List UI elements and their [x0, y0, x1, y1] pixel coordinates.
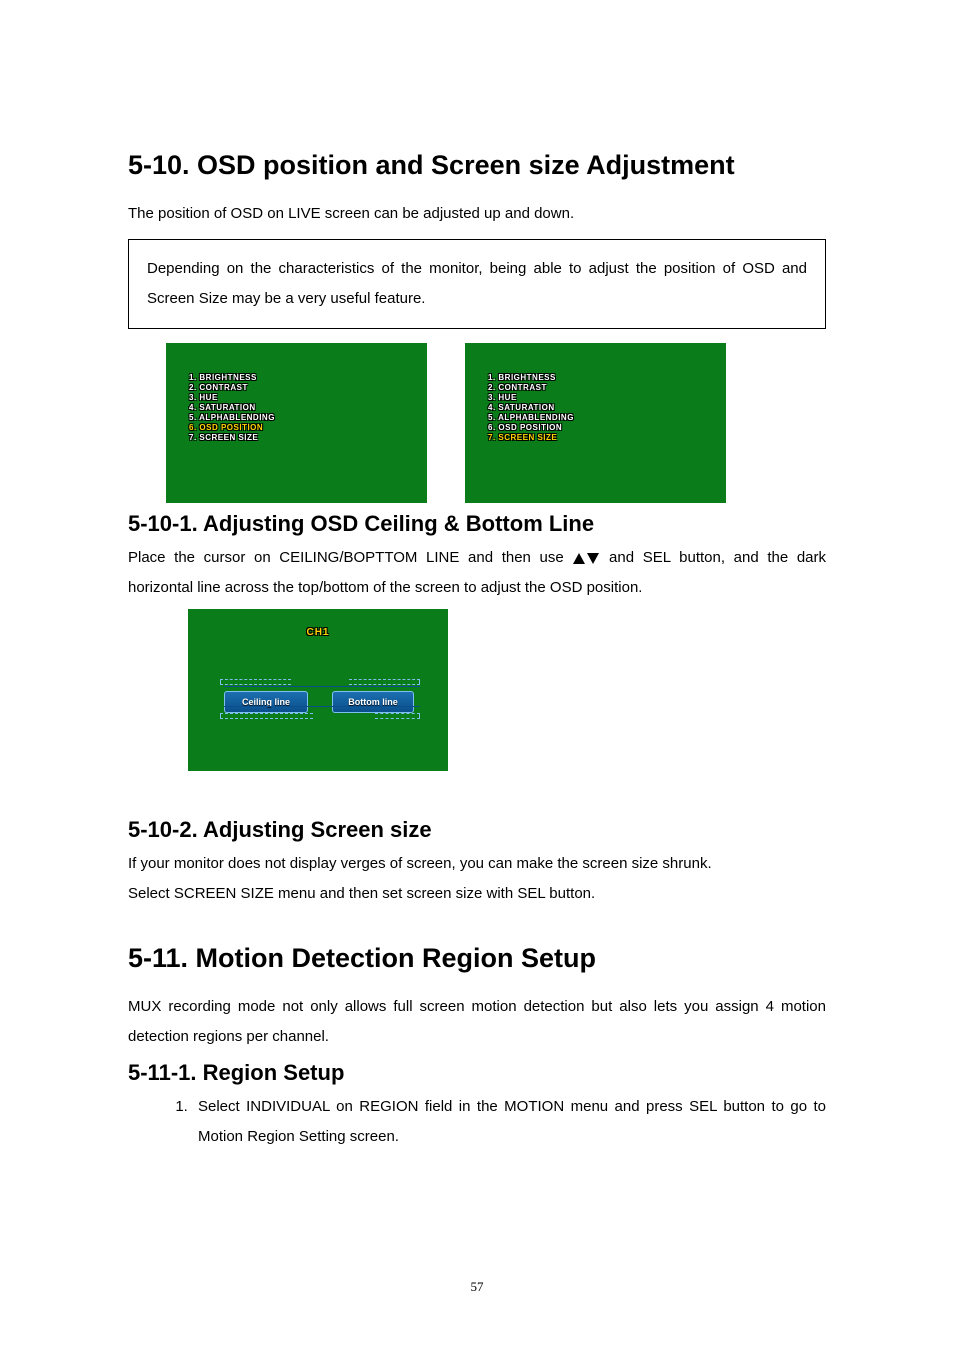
up-arrow-icon	[573, 553, 585, 564]
page-container: 5-10. OSD position and Screen size Adjus…	[0, 0, 954, 1152]
heading-5-10: 5-10. OSD position and Screen size Adjus…	[128, 150, 826, 181]
osd-item: 5. ALPHABLENDING	[487, 413, 575, 422]
text-5-10-2-l2: Select SCREEN SIZE menu and then set scr…	[128, 879, 826, 909]
channel-preview-screen: CH1 Ceiling line Bottom line	[188, 609, 448, 771]
osd-item: 2. CONTRAST	[188, 383, 249, 392]
ceiling-line-button[interactable]: Ceiling line	[224, 691, 308, 713]
osd-item: 7. SCREEN SIZE	[188, 433, 259, 442]
page-number: 57	[471, 1279, 484, 1295]
osd-item-selected: 6. OSD POSITION	[188, 423, 264, 432]
down-arrow-icon	[587, 553, 599, 564]
heading-5-11: 5-11. Motion Detection Region Setup	[128, 943, 826, 974]
note-text: Depending on the characteristics of the …	[147, 254, 807, 314]
osd-item: 3. HUE	[487, 393, 518, 402]
heading-5-10-2: 5-10-2. Adjusting Screen size	[128, 817, 826, 843]
osd-item: 3. HUE	[188, 393, 219, 402]
osd-screen-left: 1. BRIGHTNESS 2. CONTRAST 3. HUE 4. SATU…	[166, 343, 427, 503]
osd-item: 5. ALPHABLENDING	[188, 413, 276, 422]
osd-item: 2. CONTRAST	[487, 383, 548, 392]
note-box: Depending on the characteristics of the …	[128, 239, 826, 329]
osd-screen-right: 1. BRIGHTNESS 2. CONTRAST 3. HUE 4. SATU…	[465, 343, 726, 503]
osd-screens-row: 1. BRIGHTNESS 2. CONTRAST 3. HUE 4. SATU…	[166, 343, 826, 503]
heading-5-10-1: 5-10-1. Adjusting OSD Ceiling & Bottom L…	[128, 511, 826, 537]
bottom-line-button[interactable]: Bottom line	[332, 691, 414, 713]
heading-5-11-1: 5-11-1. Region Setup	[128, 1060, 826, 1086]
bottom-line-indicator	[224, 706, 420, 707]
marquee-bot	[220, 713, 420, 719]
ceiling-line-indicator	[224, 686, 420, 687]
intro-5-11: MUX recording mode not only allows full …	[128, 992, 826, 1052]
text-5-10-1: Place the cursor on CEILING/BOPTTOM LINE…	[128, 543, 826, 603]
list-item: Select INDIVIDUAL on REGION field in the…	[192, 1092, 826, 1152]
steps-list: Select INDIVIDUAL on REGION field in the…	[192, 1092, 826, 1152]
osd-item: 1. BRIGHTNESS	[487, 373, 557, 382]
osd-item: 4. SATURATION	[188, 403, 257, 412]
channel-title: CH1	[306, 627, 329, 638]
osd-item: 6. OSD POSITION	[487, 423, 563, 432]
osd-item: 4. SATURATION	[487, 403, 556, 412]
intro-5-10: The position of OSD on LIVE screen can b…	[128, 199, 826, 229]
osd-item-selected: 7. SCREEN SIZE	[487, 433, 558, 442]
text-5-10-2-l1: If your monitor does not display verges …	[128, 849, 826, 879]
osd-item: 1. BRIGHTNESS	[188, 373, 258, 382]
marquee-top	[220, 679, 420, 685]
text-fragment: Place the cursor on CEILING/BOPTTOM LINE…	[128, 549, 572, 566]
